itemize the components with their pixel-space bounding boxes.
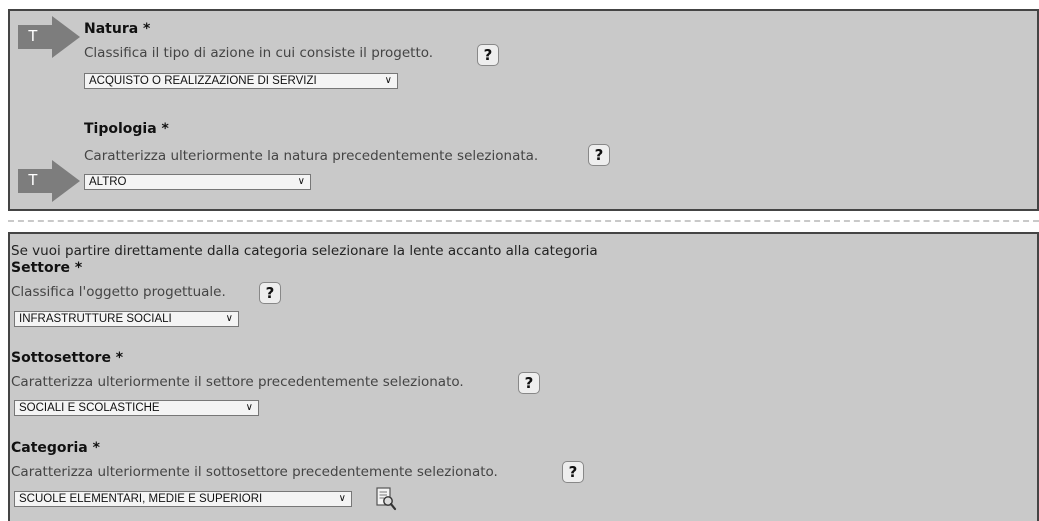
tipologia-arrow-letter: T [28, 172, 38, 189]
settore-select[interactable]: INFRASTRUTTURE SOCIALI ∨ [14, 311, 239, 327]
tipologia-help-button[interactable]: ? [588, 144, 610, 166]
categoria-select-value: SCUOLE ELEMENTARI, MEDIE E SUPERIORI [19, 493, 263, 505]
natura-help-button[interactable]: ? [477, 44, 499, 66]
tipologia-label: Tipologia * [84, 121, 169, 137]
intro-text: Se vuoi partire direttamente dalla categ… [11, 243, 598, 259]
settore-select-value: INFRASTRUTTURE SOCIALI [19, 313, 172, 325]
chevron-down-icon: ∨ [225, 313, 233, 324]
natura-arrow-letter: T [28, 28, 38, 45]
sottosettore-description: Caratterizza ulteriormente il settore pr… [11, 374, 464, 390]
sottosettore-label: Sottosettore * [11, 350, 124, 366]
search-document-icon[interactable] [375, 486, 397, 512]
natura-select-value: ACQUISTO O REALIZZAZIONE DI SERVIZI [89, 75, 317, 87]
natura-label: Natura * [84, 21, 151, 37]
natura-select[interactable]: ACQUISTO O REALIZZAZIONE DI SERVIZI ∨ [84, 73, 398, 89]
tipologia-select[interactable]: ALTRO ∨ [84, 174, 311, 190]
natura-description: Classifica il tipo di azione in cui cons… [84, 45, 434, 61]
tipologia-arrow-icon: T [18, 160, 80, 202]
categoria-label: Categoria * [11, 440, 100, 456]
chevron-down-icon: ∨ [245, 402, 253, 413]
tipologia-select-value: ALTRO [89, 176, 127, 188]
chevron-down-icon: ∨ [384, 75, 392, 86]
settore-label: Settore * [11, 260, 83, 276]
tipologia-description: Caratterizza ulteriormente la natura pre… [84, 148, 539, 164]
sottosettore-select-value: SOCIALI E SCOLASTICHE [19, 402, 160, 414]
sottosettore-help-button[interactable]: ? [518, 372, 540, 394]
chevron-down-icon: ∨ [297, 176, 305, 187]
settore-description: Classifica l'oggetto progettuale. [11, 284, 226, 300]
natura-arrow-icon: T [18, 16, 80, 58]
categoria-select[interactable]: SCUOLE ELEMENTARI, MEDIE E SUPERIORI ∨ [14, 491, 352, 507]
dashed-divider [8, 220, 1039, 222]
sottosettore-select[interactable]: SOCIALI E SCOLASTICHE ∨ [14, 400, 259, 416]
categoria-description: Caratterizza ulteriormente il sottosetto… [11, 464, 498, 480]
categoria-help-button[interactable]: ? [562, 461, 584, 483]
settore-help-button[interactable]: ? [259, 282, 281, 304]
chevron-down-icon: ∨ [338, 493, 346, 504]
